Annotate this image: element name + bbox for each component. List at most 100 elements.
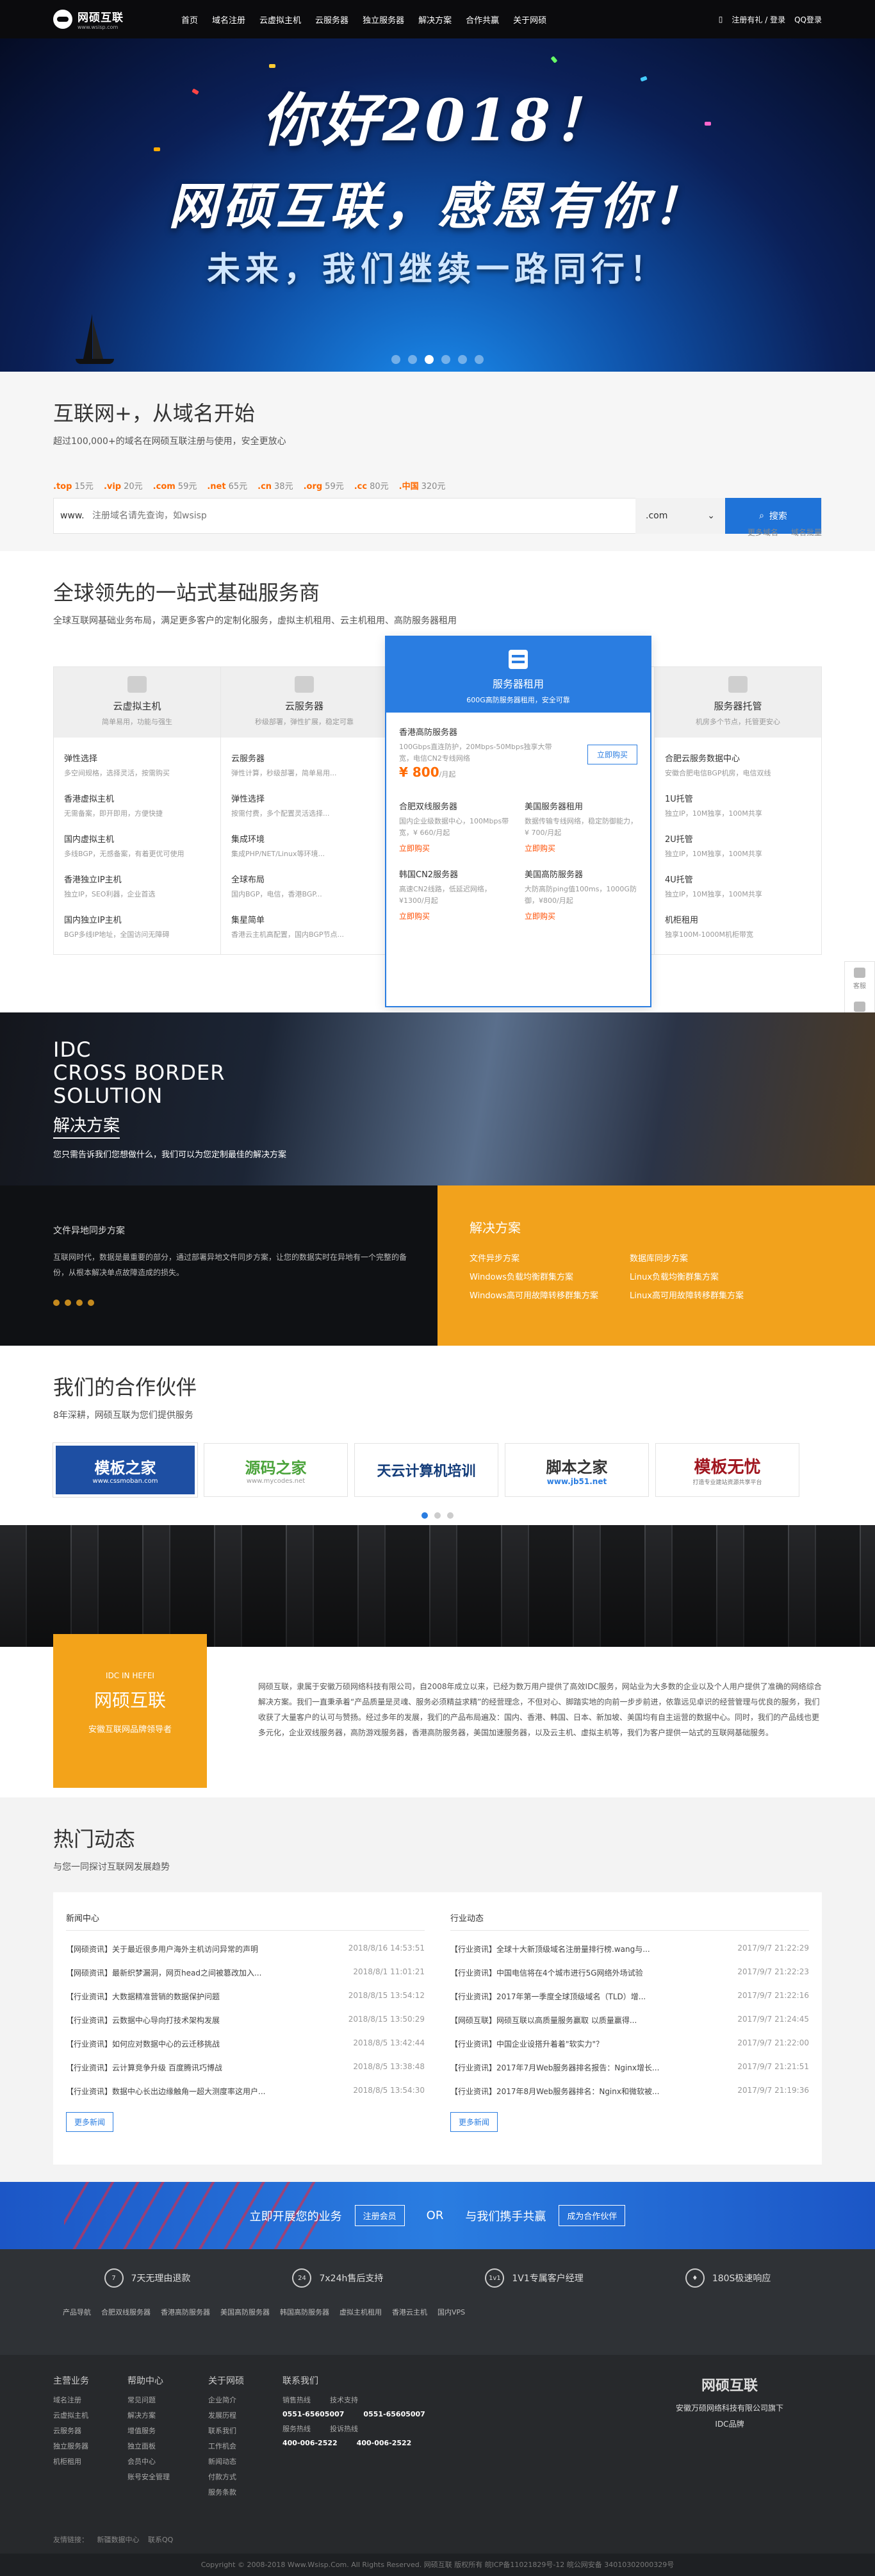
site-logo[interactable]: 网硕互联 www.wsisp.com — [53, 8, 181, 30]
footer-link[interactable]: 账号安全管理 — [127, 2472, 170, 2482]
tld-select[interactable]: .com ⌄ — [635, 498, 725, 534]
news-row[interactable]: 【行业资讯】如何应对数据中心的云迁移挑战 2018/8/5 13:42:44 — [66, 2038, 425, 2049]
service-item[interactable]: 2U托管 独立IP，10M独享，100M共享 — [665, 832, 811, 859]
product-nav-link[interactable]: 香港云主机 — [392, 2307, 427, 2317]
footer-link[interactable]: 解决方案 — [127, 2410, 170, 2420]
solution-link[interactable]: Windows高可用故障转移群集方案 — [470, 1289, 630, 1301]
service-item[interactable]: 香港独立IP主机 独立IP，SEO利器，企业首选 — [64, 873, 210, 899]
service-item[interactable]: 集成环境 集成PHP/NET/Linux等环境... — [231, 832, 377, 859]
footer-link[interactable]: 付款方式 — [208, 2472, 244, 2482]
domain-search-input[interactable] — [92, 503, 635, 529]
footer-link[interactable]: 云虚拟主机 — [53, 2410, 89, 2420]
footer-link[interactable]: 独立服务器 — [53, 2441, 89, 2451]
slide-dot[interactable] — [76, 1300, 83, 1306]
service-item[interactable]: 弹性选择 按需付费，多个配置灵活选择... — [231, 792, 377, 818]
footer-link[interactable]: 云服务器 — [53, 2425, 89, 2436]
service-item[interactable]: 1U托管 独立IP，10M独享，100M共享 — [665, 792, 811, 818]
product-nav-link[interactable]: 合肥双线服务器 — [101, 2307, 151, 2317]
carousel-dot[interactable] — [441, 355, 450, 364]
partner-logo[interactable]: 模板之家 www.cssmoban.com — [53, 1442, 198, 1498]
footer-link[interactable]: 增值服务 — [127, 2425, 170, 2436]
tld-com[interactable]: .com 59元 — [153, 479, 197, 491]
nav-item-solutions[interactable]: 解决方案 — [418, 13, 452, 26]
service-item[interactable]: 国内虚拟主机 多线BGP，无感备案，有着更优可使用 — [64, 832, 210, 859]
friend-link[interactable]: 新疆数据中心 — [97, 2536, 140, 2544]
carousel-dot[interactable] — [458, 355, 467, 364]
nav-item-cloud[interactable]: 云服务器 — [315, 13, 348, 26]
customer-service-button[interactable]: 客服 — [853, 968, 866, 990]
carousel-dot[interactable] — [434, 1512, 441, 1519]
service-item[interactable]: 集星简单 香港云主机高配置，国内BGP节点... — [231, 913, 377, 939]
service-item[interactable]: 香港虚拟主机 无需备案，即开即用，方便快捷 — [64, 792, 210, 818]
news-row[interactable]: 【行业资讯】云计算竞争升级 百度腾讯巧博战 2018/8/5 13:38:48 — [66, 2062, 425, 2073]
footer-link[interactable]: 服务条款 — [208, 2487, 244, 2497]
carousel-dot-active[interactable] — [425, 355, 434, 364]
news-row[interactable]: 【行业资讯】全球十大新顶级域名注册量排行榜.wang与... 2017/9/7 2… — [450, 1944, 809, 1954]
slide-dot[interactable] — [53, 1300, 60, 1306]
solution-link[interactable]: Linux负载均衡群集方案 — [630, 1270, 790, 1282]
footer-link[interactable]: 工作机会 — [208, 2441, 244, 2451]
phone-icon[interactable]: ▯ — [719, 15, 723, 24]
news-row[interactable]: 【行业资讯】中国电信将在4个城市进行5G网络外场试验 2017/9/7 21:22… — [450, 1967, 809, 1978]
service-item[interactable]: 弹性选择 多空间规格，选择灵活，按需购买 — [64, 752, 210, 778]
product-nav-link[interactable]: 香港高防服务器 — [161, 2307, 210, 2317]
service-item[interactable]: 全球布局 国内BGP，电信，香港BGP... — [231, 873, 377, 899]
register-button[interactable]: 注册会员 — [354, 2205, 405, 2226]
solution-link[interactable]: 文件异步方案 — [470, 1251, 630, 1264]
partner-logo[interactable]: 脚本之家 www.jb51.net — [505, 1443, 649, 1497]
become-partner-button[interactable]: 成为合作伙伴 — [559, 2205, 626, 2226]
service-item[interactable]: 合肥云服务数据中心 安徽合肥电信BGP机房，电信双线 — [665, 752, 811, 778]
footer-link[interactable]: 机柜租用 — [53, 2456, 89, 2466]
footer-link[interactable]: 新闻动态 — [208, 2456, 244, 2466]
nav-item-dedicated[interactable]: 独立服务器 — [363, 13, 404, 26]
slide-dot[interactable] — [88, 1300, 94, 1306]
featured-item[interactable]: 美国高防服务器 大防高防ping值100ms，1000G防御，¥800/月起 立即购… — [525, 868, 637, 921]
carousel-dot[interactable] — [475, 355, 484, 364]
featured-item[interactable]: 美国服务器租用 数据传输专线网络，稳定防御能力，¥ 700/月起 立即购买 — [525, 800, 637, 854]
more-news-button[interactable]: 更多新闻 — [66, 2112, 114, 2132]
footer-link[interactable]: 常见问题 — [127, 2395, 170, 2405]
partner-logo[interactable]: 源码之家 www.mycodes.net — [204, 1443, 348, 1497]
solution-link[interactable]: 数据库同步方案 — [630, 1251, 790, 1264]
carousel-dot[interactable] — [408, 355, 417, 364]
news-row[interactable]: 【行业资讯】中国企业设搭升着着"软实力"？ 2017/9/7 21:22:00 — [450, 2038, 809, 2049]
tld-net[interactable]: .net 65元 — [207, 479, 247, 491]
more-domains-link[interactable]: 更多域名 — [748, 527, 778, 538]
friend-link[interactable]: 联系QQ — [148, 2536, 173, 2544]
tld-cn[interactable]: .cn 38元 — [258, 479, 293, 491]
nav-item-partner[interactable]: 合作共赢 — [466, 13, 499, 26]
nav-item-domain[interactable]: 域名注册 — [212, 13, 245, 26]
product-nav-link[interactable]: 虚拟主机租用 — [339, 2307, 382, 2317]
solution-link[interactable]: Windows负载均衡群集方案 — [470, 1270, 630, 1282]
footer-link[interactable]: 企业简介 — [208, 2395, 244, 2405]
footer-link[interactable]: 会员中心 — [127, 2456, 170, 2466]
footer-link[interactable]: 联系我们 — [208, 2425, 244, 2436]
product-nav-link[interactable]: 韩国高防服务器 — [280, 2307, 329, 2317]
news-row[interactable]: 【行业资讯】2017年7月Web服务器排名报告：Nginx增长... 2017/9… — [450, 2062, 809, 2073]
tld-cc[interactable]: .cc 80元 — [354, 479, 389, 491]
featured-item[interactable]: 韩国CN2服务器 高速CN2线路，低延迟网络，¥1300/月起 立即购买 — [399, 868, 512, 921]
tld-vip[interactable]: .vip 20元 — [104, 479, 143, 491]
product-nav-link[interactable]: 美国高防服务器 — [220, 2307, 270, 2317]
partner-logo[interactable]: 模板无忧 打造专业建站资源共享平台 — [655, 1443, 799, 1497]
news-row[interactable]: 【行业资讯】云数据中心导向打技术架构发展 2018/8/15 13:50:29 — [66, 2015, 425, 2026]
news-row[interactable]: 【行业资讯】大数据精准营销的数据保护问题 2018/8/15 13:54:12 — [66, 1991, 425, 2002]
bulk-domain-link[interactable]: 域名批量 — [791, 527, 822, 538]
news-row[interactable]: 【网硕资讯】最新织梦漏洞，网页head之间被篡改加入... 2018/8/1 11… — [66, 1967, 425, 1978]
carousel-dot-active[interactable] — [421, 1512, 428, 1519]
solution-link[interactable]: Linux高可用故障转移群集方案 — [630, 1289, 790, 1301]
hero-banner[interactable]: 你好2018！ 网硕互联，感恩有你！ 未来，我们继续一路同行！ — [0, 38, 875, 372]
footer-link[interactable]: 发展历程 — [208, 2410, 244, 2420]
footer-link[interactable]: 域名注册 — [53, 2395, 89, 2405]
news-row[interactable]: 【网硕资讯】关于最近很多用户海外主机访问异常的声明 2018/8/16 14:53… — [66, 1944, 425, 1954]
service-item[interactable]: 国内独立IP主机 BGP多线IP地址，全国访问无障碍 — [64, 913, 210, 939]
product-nav-link[interactable]: 国内VPS — [438, 2307, 465, 2317]
service-item[interactable]: 机柜租用 独享100M-1000M机柜带宽 — [665, 913, 811, 939]
nav-item-home[interactable]: 首页 — [181, 13, 198, 26]
tld-zhongguo[interactable]: .中国 320元 — [399, 479, 446, 491]
login-link[interactable]: 注册有礼 / 登录 — [732, 14, 785, 25]
service-item[interactable]: 云服务器 弹性计算，秒级部署，简单易用... — [231, 752, 377, 778]
news-row[interactable]: 【行业资讯】2017年8月Web服务器排名：Nginx和微软被... 2017/9… — [450, 2086, 809, 2097]
carousel-dot[interactable] — [447, 1512, 454, 1519]
nav-item-about[interactable]: 关于网硕 — [513, 13, 546, 26]
